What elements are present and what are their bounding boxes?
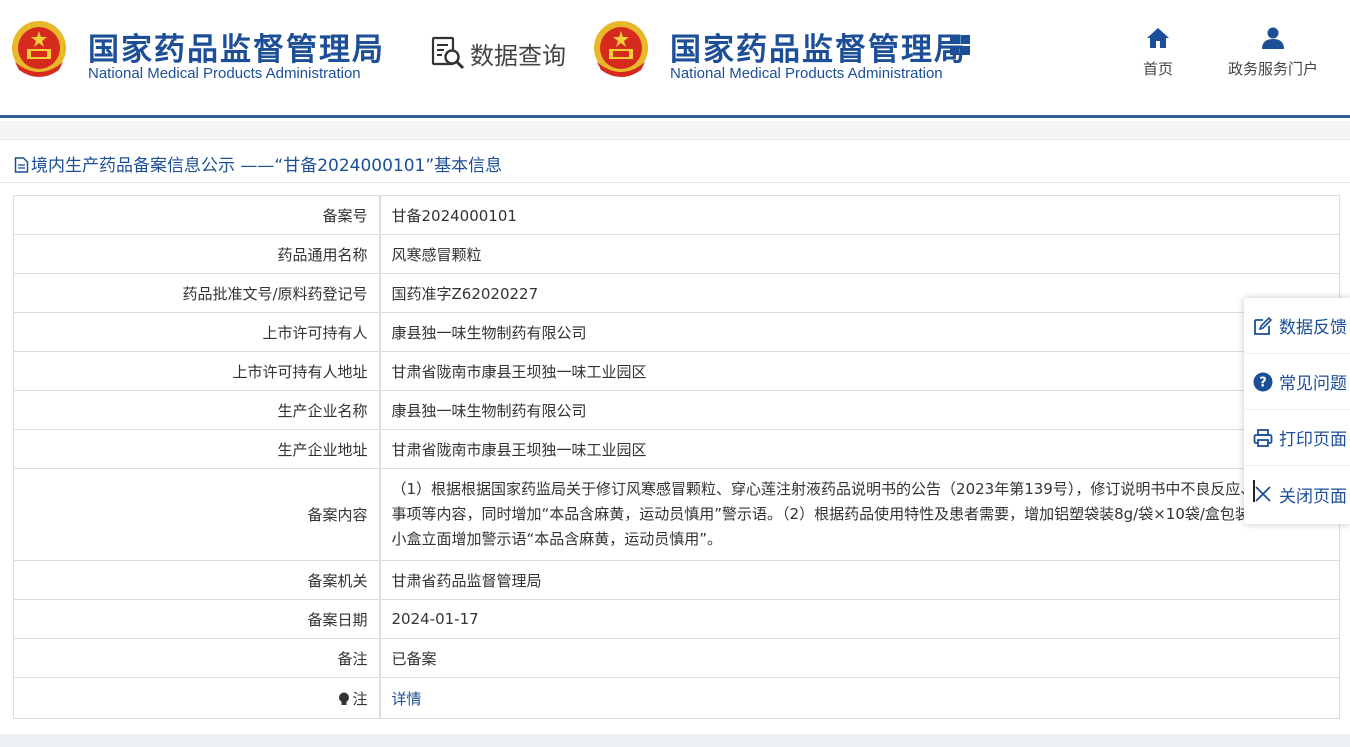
row-value: （1）根据根据国家药监局关于修订风寒感冒颗粒、穿心莲注射液药品说明书的公告（20… (378, 468, 1340, 561)
national-emblem-icon (12, 21, 66, 77)
document-search-icon (431, 36, 465, 70)
table-row: 上市许可持有人地址 甘肃省陇南市康县王坝独一味工业园区 (13, 351, 1340, 391)
faq-button[interactable]: ? 常见问题 (1244, 354, 1350, 410)
details-link[interactable]: 详情 (392, 690, 422, 708)
row-value: 甘肃省药品监督管理局 (378, 560, 1340, 600)
feedback-label: 数据反馈 (1279, 318, 1347, 338)
row-value: 甘肃省陇南市康县王坝独一味工业园区 (378, 351, 1340, 391)
row-value: 甘肃省陇南市康县王坝独一味工业园区 (378, 429, 1340, 469)
nav-home[interactable]: 首页 (1143, 26, 1173, 79)
lightbulb-icon (339, 692, 350, 705)
close-page-button[interactable]: 关闭页面 (1244, 466, 1350, 522)
row-value: 2024-01-17 (378, 599, 1340, 639)
close-page-label: 关闭页面 (1279, 486, 1347, 507)
section-title: 境内生产药品备案信息公示 ——“甘备2024000101”基本信息 (14, 151, 502, 176)
row-value: 康县独一味生物制药有限公司 (378, 312, 1340, 352)
row-value: 风寒感冒颗粒 (378, 234, 1340, 274)
print-button[interactable]: 打印页面 (1244, 410, 1350, 466)
row-value: 已备案 (378, 638, 1340, 678)
grid-menu-icon[interactable] (948, 33, 972, 57)
brand-left-cn: 国家药品监督管理局 (88, 32, 385, 68)
footer-strip (0, 734, 1350, 747)
row-label: 备案内容 (13, 468, 380, 561)
brand-right-en: National Medical Products Administration (670, 65, 943, 82)
table-row: 药品批准文号/原料药登记号 国药准字Z62020227 (13, 273, 1340, 313)
row-label: 备案机关 (13, 560, 380, 600)
feedback-button[interactable]: 数据反馈 (1244, 298, 1350, 354)
floating-toolbar: 数据反馈 ? 常见问题 打印页面 关闭页面 (1244, 298, 1350, 524)
row-label: 备案号 (13, 195, 380, 235)
row-label: 生产企业名称 (13, 390, 380, 430)
question-icon: ? (1253, 372, 1273, 391)
row-label: 备注 (13, 638, 380, 678)
brand-right-cn: 国家药品监督管理局 (670, 32, 967, 68)
note-label: 注 (13, 677, 380, 719)
record-table: 备案号 甘备2024000101 药品通用名称 风寒感冒颗粒 药品批准文号/原料… (13, 195, 1340, 719)
note-label-text: 注 (352, 689, 368, 708)
data-query-link[interactable]: 数据查询 (430, 33, 566, 73)
edit-icon (1254, 316, 1273, 335)
data-query-label: 数据查询 (470, 41, 566, 70)
table-row: 备案日期 2024-01-17 (13, 599, 1340, 639)
row-label: 上市许可持有人地址 (13, 351, 380, 391)
table-row: 备注 已备案 (13, 638, 1340, 678)
print-label: 打印页面 (1279, 430, 1347, 450)
row-value: 国药准字Z62020227 (378, 273, 1340, 313)
site-header: 国家药品监督管理局 National Medical Products Admi… (0, 0, 1350, 118)
table-row: 生产企业名称 康县独一味生物制药有限公司 (13, 390, 1340, 430)
document-icon (14, 157, 29, 173)
brand-left-en: National Medical Products Administration (88, 65, 361, 82)
svg-text:?: ? (1259, 375, 1267, 390)
close-icon (1255, 486, 1271, 502)
section-title-bar: 境内生产药品备案信息公示 ——“甘备2024000101”基本信息 (0, 139, 1350, 183)
text-cursor (1253, 480, 1255, 502)
row-value: 甘备2024000101 (378, 195, 1340, 235)
row-label: 上市许可持有人 (13, 312, 380, 352)
national-emblem-icon (594, 21, 648, 77)
nav-home-label: 首页 (1143, 60, 1174, 78)
table-row: 备案内容 （1）根据根据国家药监局关于修订风寒感冒颗粒、穿心莲注射液药品说明书的… (13, 468, 1340, 561)
row-label: 药品批准文号/原料药登记号 (13, 273, 380, 313)
section-title-text: 境内生产药品备案信息公示 ——“甘备2024000101”基本信息 (31, 156, 503, 176)
row-label: 生产企业地址 (13, 429, 380, 469)
header-gap (0, 121, 1350, 139)
table-row: 生产企业地址 甘肃省陇南市康县王坝独一味工业园区 (13, 429, 1340, 469)
home-icon (1147, 28, 1169, 48)
user-icon (1262, 27, 1284, 49)
nav-service-portal-label: 政务服务门户 (1228, 60, 1319, 78)
table-row: 上市许可持有人 康县独一味生物制药有限公司 (13, 312, 1340, 352)
row-label: 备案日期 (13, 599, 380, 639)
table-row: 药品通用名称 风寒感冒颗粒 (13, 234, 1340, 274)
table-row: 备案号 甘备2024000101 (13, 195, 1340, 235)
row-label: 药品通用名称 (13, 234, 380, 274)
note-value: 详情 (378, 677, 1340, 719)
row-value: 康县独一味生物制药有限公司 (378, 390, 1340, 430)
faq-label: 常见问题 (1279, 374, 1347, 394)
table-row: 备案机关 甘肃省药品监督管理局 (13, 560, 1340, 600)
nav-service-portal[interactable]: 政务服务门户 (1228, 26, 1318, 79)
print-icon (1253, 428, 1273, 447)
table-row: 注 详情 (13, 677, 1340, 719)
